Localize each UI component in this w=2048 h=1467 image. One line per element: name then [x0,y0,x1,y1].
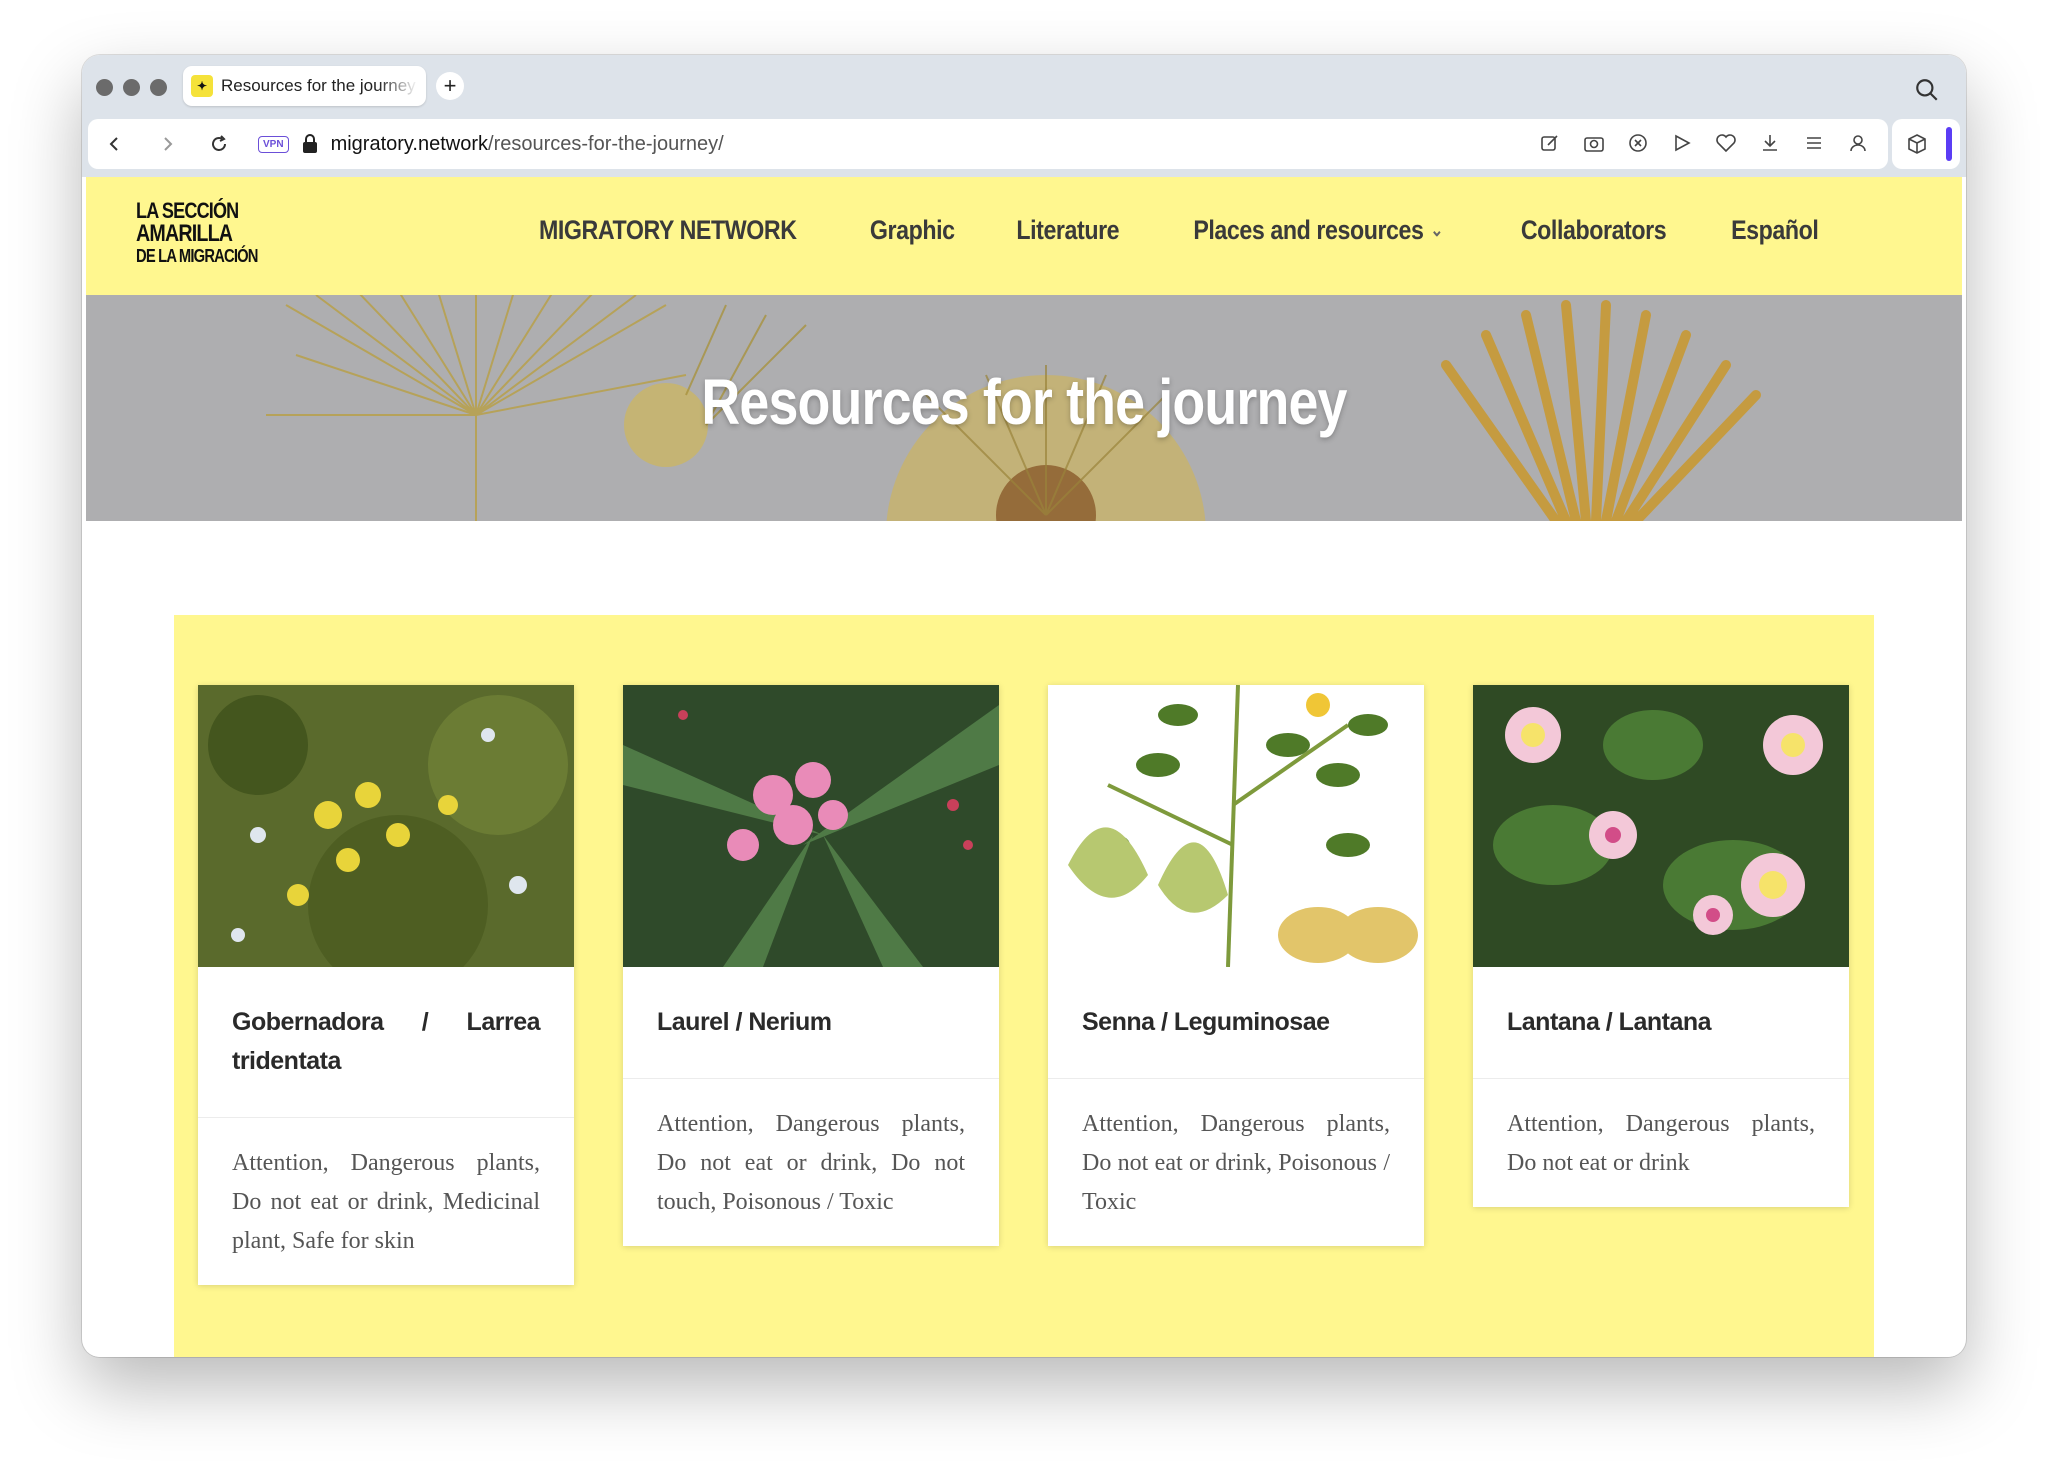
nav-item-migratory-network[interactable]: MIGRATORY NETWORK [539,215,797,246]
zoom-window-button[interactable] [150,79,167,96]
lock-icon[interactable] [301,134,319,154]
address-bar[interactable]: VPN migratory.network/resources-for-the-… [88,119,1888,169]
back-button[interactable] [98,127,132,161]
web-page: LA SECCIÓN AMARILLA DE LA MIGRACIÓN MIGR… [86,177,1962,1357]
url-host: migratory.network [330,132,489,155]
card-image[interactable] [1048,685,1424,967]
card-title[interactable]: Laurel / Nerium [657,1003,965,1042]
plant-card[interactable]: Laurel / Nerium Attention, Dangerous pla… [623,685,999,1246]
forward-button[interactable] [150,127,184,161]
card-image[interactable] [198,685,574,967]
nav-label: Places and resources [1193,215,1424,245]
card-tags: Attention, Dangerous plants, Do not eat … [657,1111,965,1215]
card-title[interactable]: Senna / Leguminosae [1082,1003,1390,1042]
chevron-right-icon [164,137,173,151]
hero-banner: Resources for the journey [86,295,1962,521]
vpn-badge[interactable]: VPN [258,135,289,153]
site-header: LA SECCIÓN AMARILLA DE LA MIGRACIÓN MIGR… [86,177,1962,295]
card-title-section: Gobernadora / Larrea tridentata [198,967,574,1118]
sidebar-accent-bar[interactable] [1946,127,1952,161]
shield-icon[interactable] [1622,127,1654,159]
card-title[interactable]: Gobernadora / Larrea tridentata [232,1003,541,1081]
url-text[interactable]: migratory.network/resources-for-the-jour… [331,133,724,156]
search-tabs-icon[interactable] [1914,77,1940,103]
site-favicon-icon: ✦ [191,75,213,97]
nav-label: Collaborators [1521,215,1667,245]
card-tags: Attention, Dangerous plants, Do not eat … [232,1150,540,1254]
card-image[interactable] [623,685,999,967]
card-title-section: Senna / Leguminosae [1048,967,1424,1079]
extensions-area [1892,119,1960,169]
browser-window: ✦ Resources for the journey + VPN migrat… [82,55,1966,1357]
main-nav: MIGRATORY NETWORK Graphic Literature Pla… [518,215,1826,246]
nav-item-collaborators[interactable]: Collaborators [1521,215,1667,246]
camera-icon[interactable] [1578,127,1610,159]
chevron-left-icon [109,137,118,151]
minimize-window-button[interactable] [123,79,140,96]
nav-item-places-and-resources[interactable]: Places and resources ⌄ [1193,215,1443,246]
nav-item-espanol[interactable]: Español [1731,215,1820,246]
nav-label: Graphic [869,215,955,245]
card-title[interactable]: Lantana / Lantana [1507,1003,1815,1042]
card-title-section: Lantana / Lantana [1473,967,1849,1079]
card-tags: Attention, Dangerous plants, Do not eat … [1082,1111,1390,1215]
browser-tab[interactable]: ✦ Resources for the journey [183,66,426,106]
download-icon[interactable] [1754,127,1786,159]
browser-chrome: ✦ Resources for the journey + VPN migrat… [82,55,1966,177]
card-body: Attention, Dangerous plants, Do not eat … [623,1079,999,1246]
reload-icon [212,135,226,151]
nav-item-literature[interactable]: Literature [1016,215,1119,246]
card-body: Attention, Dangerous plants, Do not eat … [1473,1079,1849,1207]
close-window-button[interactable] [96,79,113,96]
window-controls [96,79,167,96]
logo-line-3: DE LA MIGRACIÓN [136,246,258,266]
logo-line-1: LA SECCIÓN [136,198,239,223]
plant-card[interactable]: Senna / Leguminosae Attention, Dangerous… [1048,685,1424,1246]
plant-card[interactable]: Lantana / Lantana Attention, Dangerous p… [1473,685,1849,1207]
cube-icon[interactable] [1906,133,1928,155]
site-logo[interactable]: LA SECCIÓN AMARILLA DE LA MIGRACIÓN [136,198,258,268]
logo-line-2: AMARILLA [136,220,233,247]
send-icon[interactable] [1666,127,1698,159]
toolbar-icons [1534,127,1874,159]
edit-icon[interactable] [1534,127,1566,159]
plant-card[interactable]: Gobernadora / Larrea tridentata Attentio… [198,685,574,1285]
card-body: Attention, Dangerous plants, Do not eat … [1048,1079,1424,1246]
nav-label: MIGRATORY NETWORK [538,215,797,245]
url-path: /resources-for-the-journey/ [488,132,724,155]
card-image[interactable] [1473,685,1849,967]
card-body: Attention, Dangerous plants, Do not eat … [198,1118,574,1285]
nav-item-graphic[interactable]: Graphic [870,215,955,246]
menu-icon[interactable] [1798,127,1830,159]
page-title: Resources for the journey [701,366,1347,438]
nav-label: Literature [1015,215,1119,245]
reload-button[interactable] [202,127,236,161]
nav-label: Español [1731,215,1820,245]
card-title-section: Laurel / Nerium [623,967,999,1079]
chevron-down-icon: ⌄ [1430,220,1444,240]
heart-icon[interactable] [1710,127,1742,159]
tab-title: Resources for the journey [221,76,416,95]
card-tags: Attention, Dangerous plants, Do not eat … [1507,1111,1815,1176]
new-tab-button[interactable]: + [436,72,464,100]
profile-icon[interactable] [1842,127,1874,159]
